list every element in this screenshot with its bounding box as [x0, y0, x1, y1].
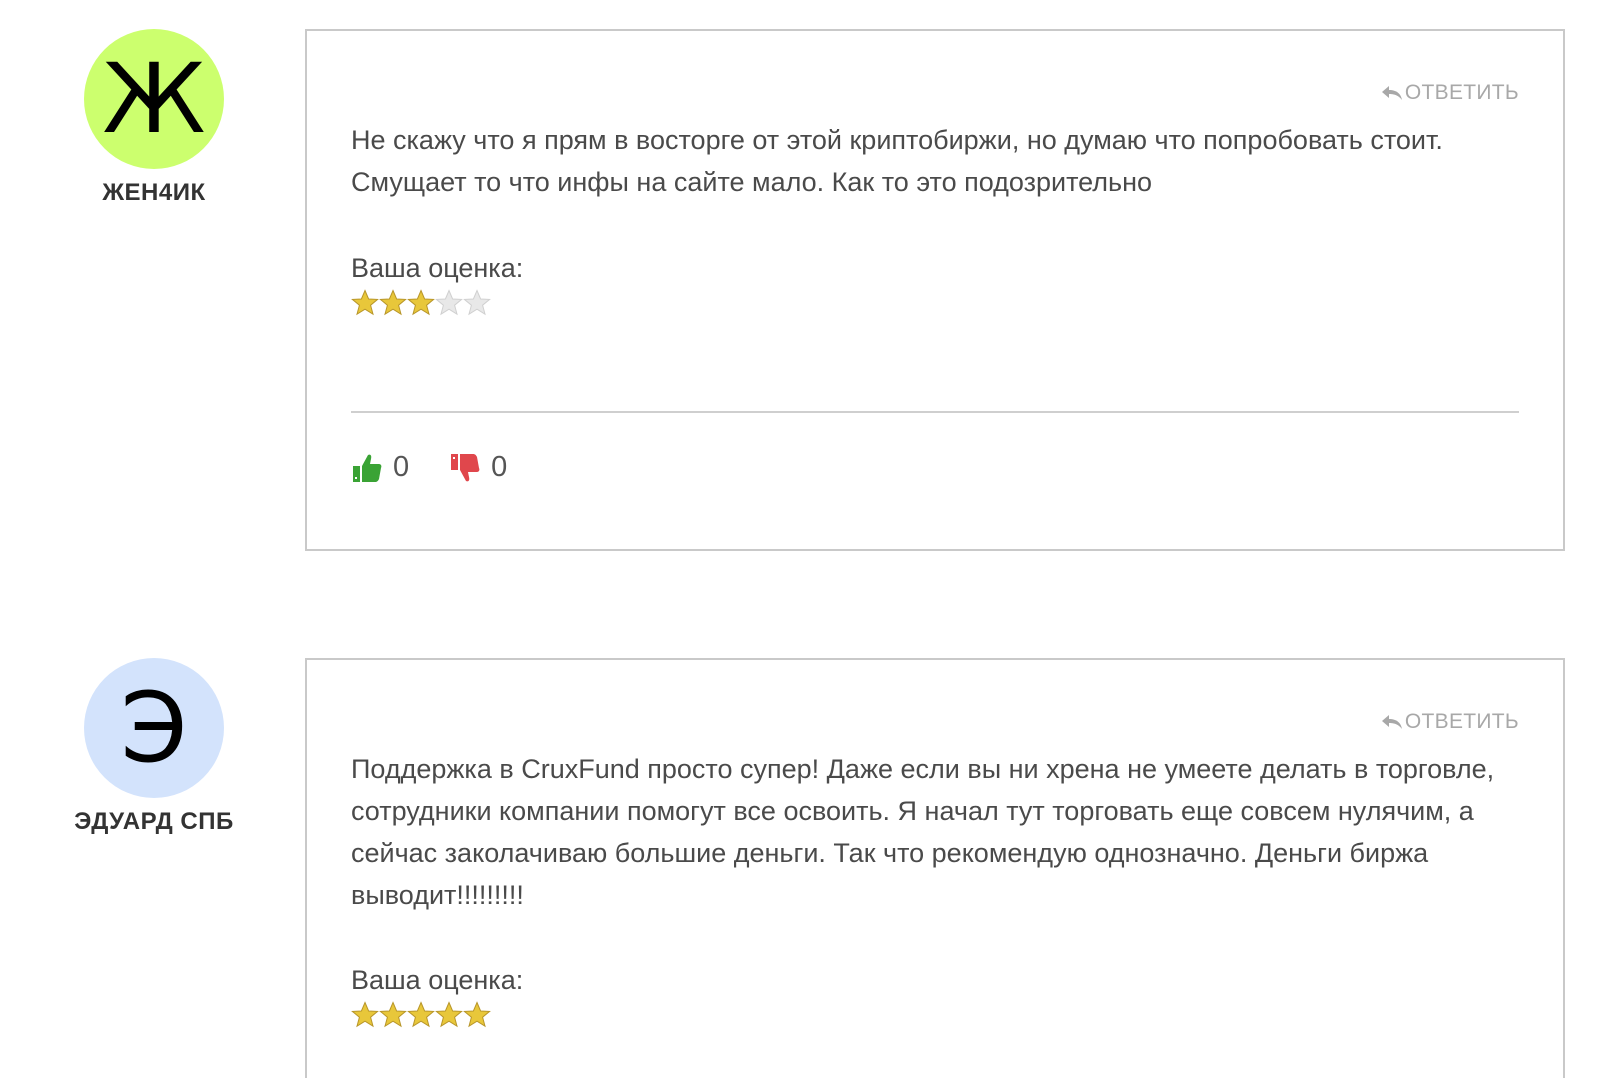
avatar-initial: Ж: [102, 43, 206, 155]
comment-text: Поддержка в CruxFund просто супер! Даже …: [351, 754, 1495, 910]
avatar-initial: Э: [120, 672, 188, 784]
like-count: 0: [393, 451, 410, 483]
star-filled-icon: [407, 289, 435, 316]
dislike-button[interactable]: 0: [449, 451, 507, 484]
star-filled-icon: [351, 1001, 379, 1028]
star-empty-icon: [435, 289, 463, 316]
thumbs-up-icon: [353, 454, 382, 482]
avatar: Ж: [84, 29, 224, 169]
author-name: ЖЕН4ИК: [102, 179, 206, 206]
comment-author: Ж ЖЕН4ИК: [70, 29, 238, 207]
comment-card: ОТВЕТИТЬ Поддержка в CruxFund просто суп…: [305, 658, 1565, 1078]
star-filled-icon: [351, 289, 379, 316]
star-filled-icon: [407, 1001, 435, 1028]
star-filled-icon: [463, 1001, 491, 1028]
thumbs-down-icon: [451, 453, 480, 481]
comment-card: ОТВЕТИТЬ Не скажу что я прям в восторге …: [305, 29, 1565, 551]
star-filled-icon: [435, 1001, 463, 1028]
reply-arrow-icon: [1381, 715, 1402, 729]
reply-button[interactable]: ОТВЕТИТЬ: [1381, 710, 1519, 734]
reply-button[interactable]: ОТВЕТИТЬ: [1381, 81, 1519, 105]
comment: Э ЭДУАРД СПБ ОТВЕТИТЬ Поддержка в CruxFu…: [0, 658, 1600, 1078]
star-empty-icon: [463, 289, 491, 316]
reply-label: ОТВЕТИТЬ: [1404, 81, 1519, 104]
rating-stars: [351, 289, 491, 317]
divider: [351, 411, 1519, 413]
comment: Ж ЖЕН4ИК ОТВЕТИТЬ Не скажу что я прям в …: [0, 29, 1600, 551]
dislike-count: 0: [491, 451, 508, 483]
star-filled-icon: [379, 289, 407, 316]
vote-bar: 0 0: [351, 451, 507, 484]
comment-author: Э ЭДУАРД СПБ: [70, 658, 238, 836]
comment-text: Не скажу что я прям в восторге от этой к…: [351, 125, 1443, 197]
like-button[interactable]: 0: [351, 451, 409, 484]
rating-label: Ваша оценка:: [351, 965, 524, 995]
reply-arrow-icon: [1381, 86, 1402, 100]
star-filled-icon: [379, 1001, 407, 1028]
author-name: ЭДУАРД СПБ: [74, 808, 234, 835]
rating-stars: [351, 1001, 491, 1029]
rating-label: Ваша оценка:: [351, 253, 524, 283]
avatar: Э: [84, 658, 224, 798]
reply-label: ОТВЕТИТЬ: [1404, 710, 1519, 733]
